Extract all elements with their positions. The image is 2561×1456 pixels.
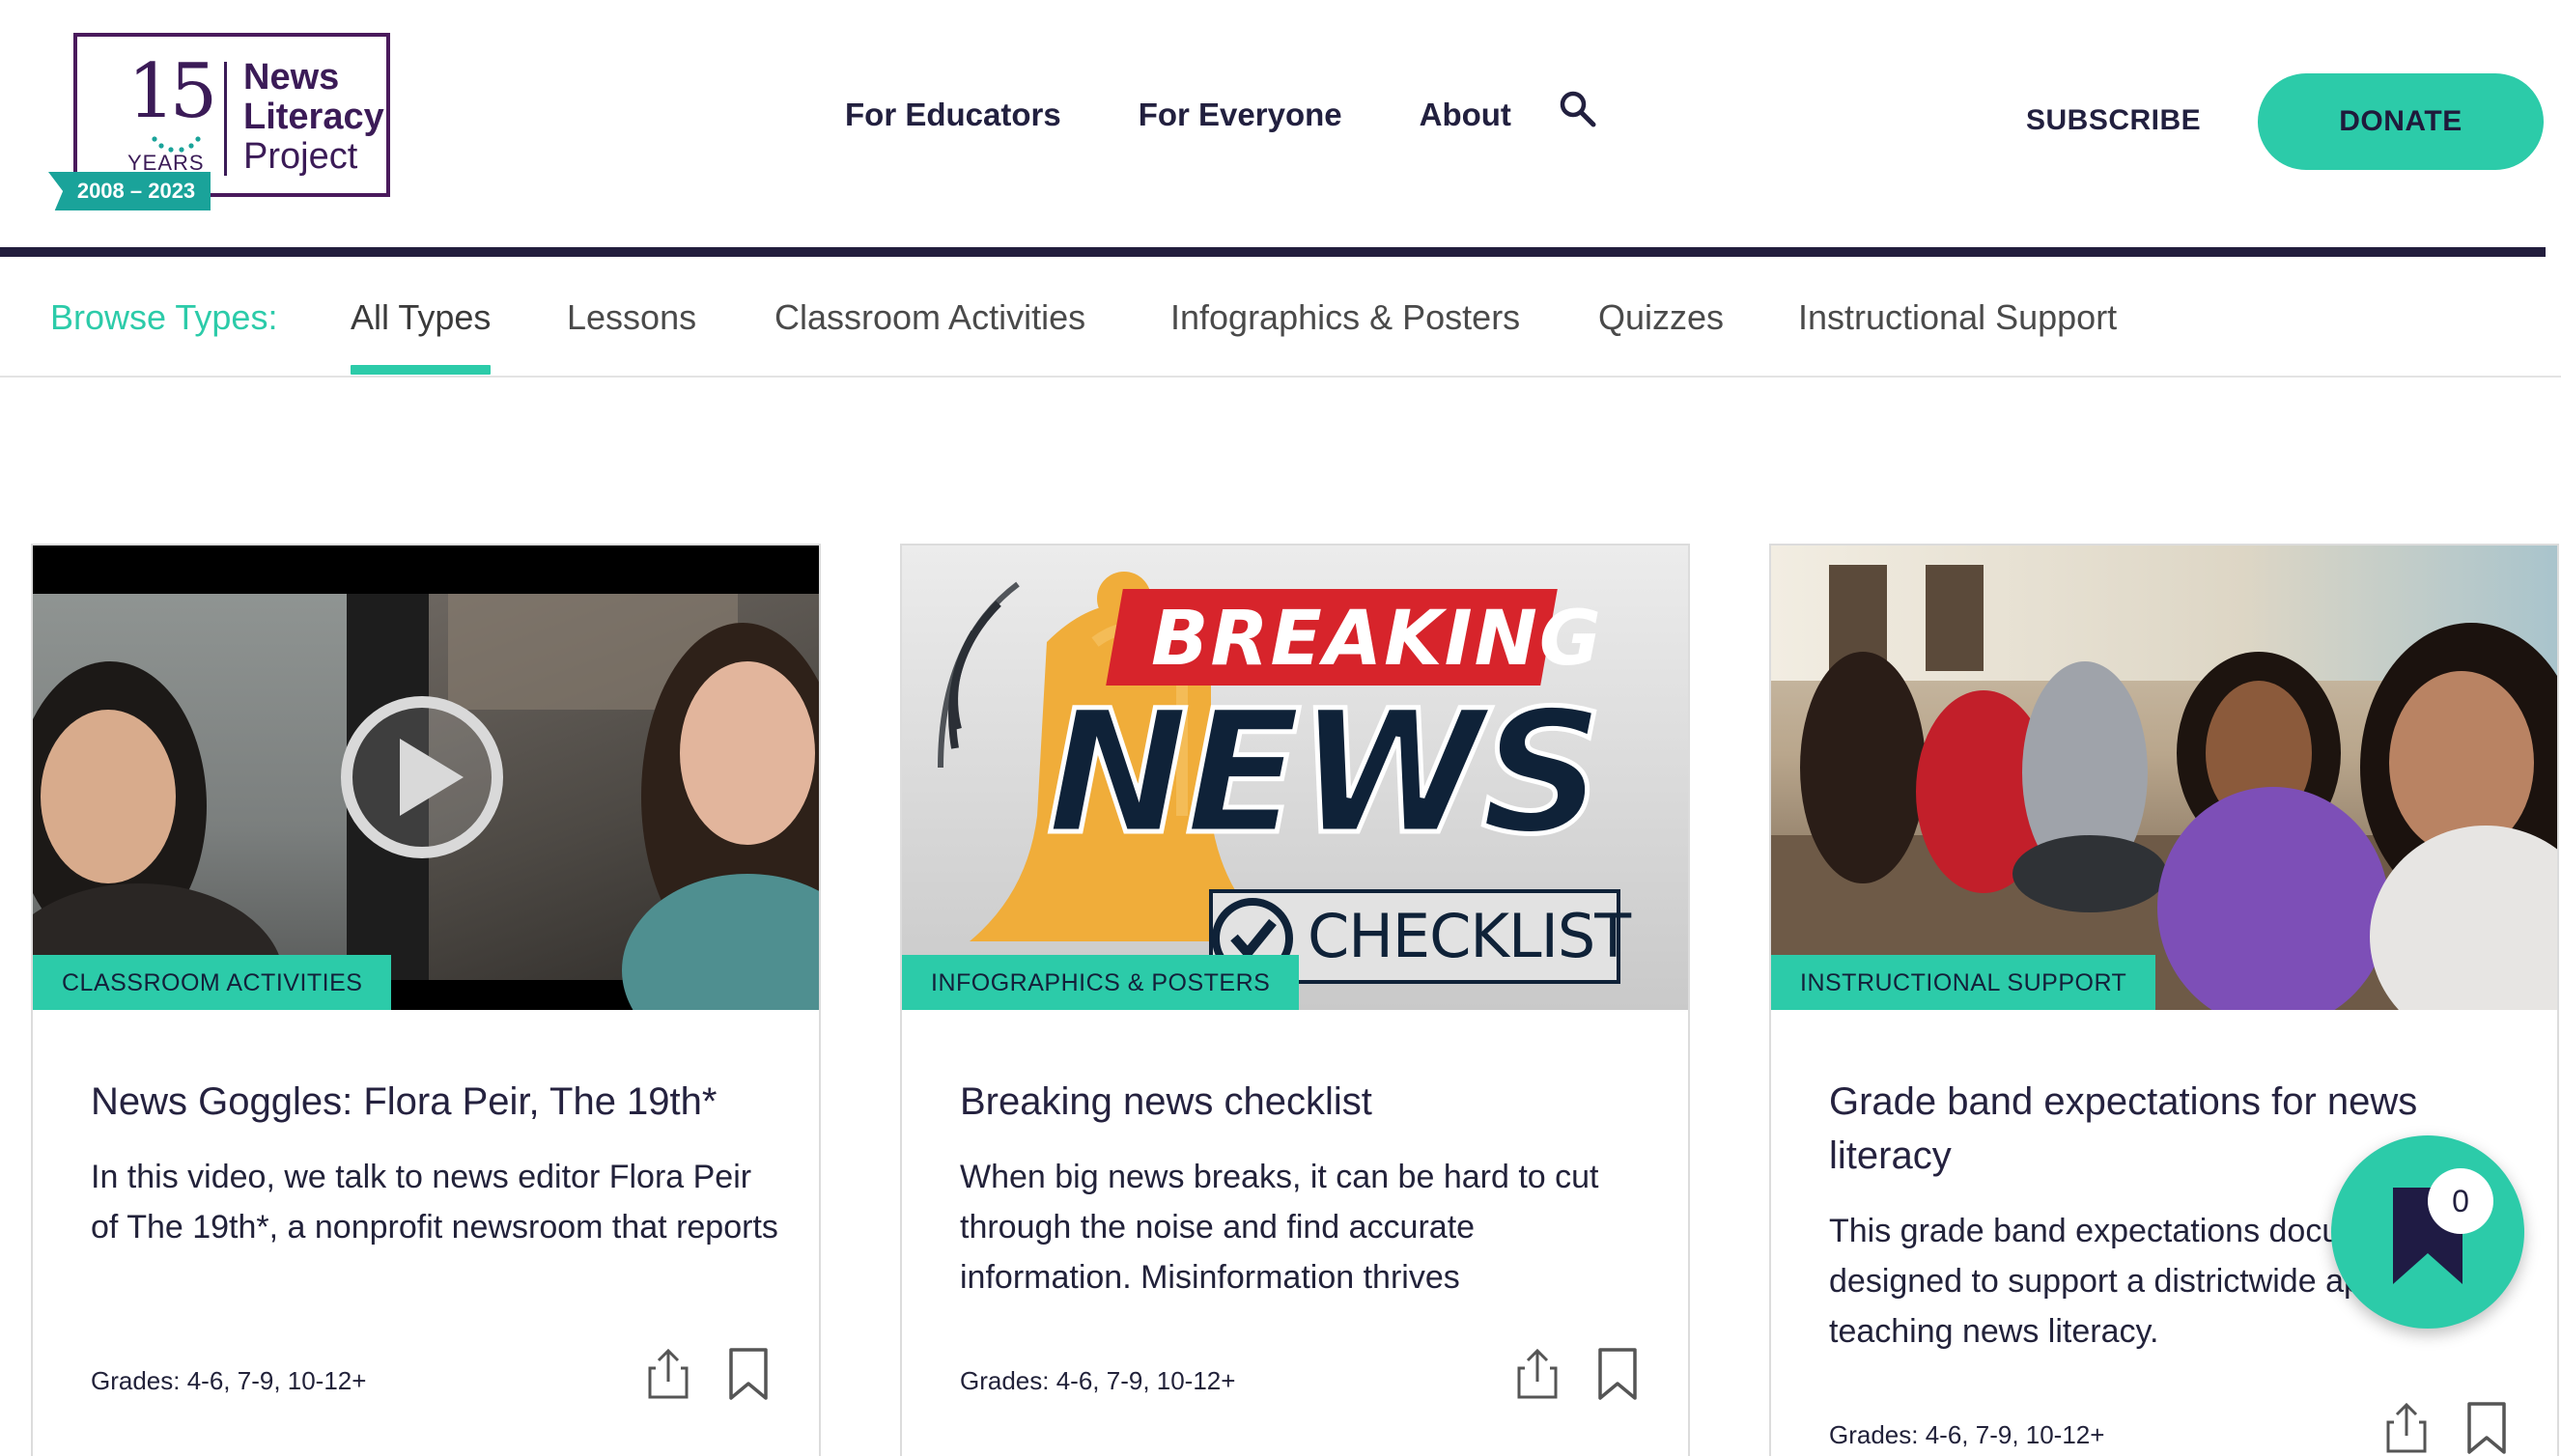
donate-button[interactable]: DONATE	[2258, 73, 2544, 170]
card-description: In this video, we talk to news editor Fl…	[91, 1159, 778, 1246]
main-nav: For Educators For Everyone About	[845, 91, 1596, 133]
person-face	[680, 661, 815, 845]
card-grades: Grades: 4-6, 7-9, 10-12+	[91, 1366, 367, 1395]
card-grades: Grades: 4-6, 7-9, 10-12+	[960, 1366, 1236, 1395]
resource-card[interactable]: CLASSROOM ACTIVITIES News Goggles: Flora…	[31, 544, 821, 1456]
logo-line-3: Project	[243, 136, 358, 177]
card-grades: Grades: 4-6, 7-9, 10-12+	[1829, 1420, 2105, 1449]
person-shirt	[622, 874, 819, 1010]
card-type-badge[interactable]: CLASSROOM ACTIVITIES	[33, 955, 392, 1010]
search-icon[interactable]	[1558, 89, 1598, 129]
card-title[interactable]: Breaking news checklist	[960, 1075, 1655, 1129]
card-type-badge[interactable]: INFOGRAPHICS & POSTERS	[902, 955, 1300, 1010]
logo-number: 15	[127, 48, 217, 135]
bookmark-icon[interactable]	[1595, 1347, 1640, 1401]
logo-line-2: Literacy	[243, 97, 384, 137]
tab-instructional-support[interactable]: Instructional Support	[1798, 297, 2117, 338]
checklist-text: CHECKLIST	[1308, 901, 1631, 971]
site-logo[interactable]: 15 YEARS News Literacy Project 2008 – 20…	[48, 31, 392, 210]
bookmark-icon[interactable]	[2464, 1401, 2509, 1455]
logo-divider	[224, 62, 227, 176]
card-description: When big news breaks, it can be hard to …	[960, 1159, 1599, 1296]
breaking-news-graphic[interactable]: BREAKING NEWS CHECKLIST INFOGRAPHICS & P…	[902, 546, 1688, 1010]
tab-all-types[interactable]: All Types	[351, 297, 491, 338]
logo-line-1: News	[243, 57, 340, 98]
card-type-badge[interactable]: INSTRUCTIONAL SUPPORT	[1771, 955, 2156, 1010]
share-icon[interactable]	[646, 1347, 690, 1401]
breaking-text: BREAKING	[1151, 596, 1603, 683]
play-icon[interactable]	[340, 695, 504, 859]
window-frame	[1926, 565, 1984, 671]
resource-card[interactable]: BREAKING NEWS CHECKLIST INFOGRAPHICS & P…	[900, 544, 1690, 1456]
site-header: 15 YEARS News Literacy Project 2008 – 20…	[0, 0, 2561, 257]
logo-anniversary-ribbon: 2008 – 2023	[48, 172, 211, 210]
tab-classroom-activities[interactable]: Classroom Activities	[774, 297, 1085, 338]
saved-count-badge: 0	[2428, 1168, 2493, 1234]
tab-infographics-posters[interactable]: Infographics & Posters	[1170, 297, 1520, 338]
header-divider	[0, 247, 2546, 257]
nav-about[interactable]: About	[1420, 97, 1511, 133]
video-left-panel	[33, 594, 347, 1010]
active-tab-indicator	[351, 365, 491, 375]
logo-wordmark: News Literacy Project	[243, 58, 384, 177]
browse-types-bar: Browse Types: All Types Lessons Classroo…	[0, 257, 2561, 378]
classroom-photo[interactable]: INSTRUCTIONAL SUPPORT	[1771, 546, 2557, 1010]
person-face	[41, 710, 176, 883]
laptop	[2012, 835, 2167, 912]
share-icon[interactable]	[1515, 1347, 1560, 1401]
bookmark-icon[interactable]	[726, 1347, 771, 1401]
nav-for-educators[interactable]: For Educators	[845, 97, 1061, 133]
subscribe-link[interactable]: SUBSCRIBE	[2026, 104, 2201, 137]
saved-items-button[interactable]: 0	[2331, 1135, 2524, 1329]
tab-quizzes[interactable]: Quizzes	[1598, 297, 1724, 338]
browse-types-label: Browse Types:	[50, 297, 278, 337]
share-icon[interactable]	[2384, 1401, 2429, 1455]
tab-lessons[interactable]: Lessons	[567, 297, 696, 338]
student	[1800, 652, 1926, 883]
video-thumbnail[interactable]: CLASSROOM ACTIVITIES	[33, 546, 819, 1010]
nav-for-everyone[interactable]: For Everyone	[1139, 97, 1342, 133]
news-text: NEWS	[1044, 674, 1605, 872]
card-title[interactable]: News Goggles: Flora Peir, The 19th*	[91, 1075, 786, 1129]
